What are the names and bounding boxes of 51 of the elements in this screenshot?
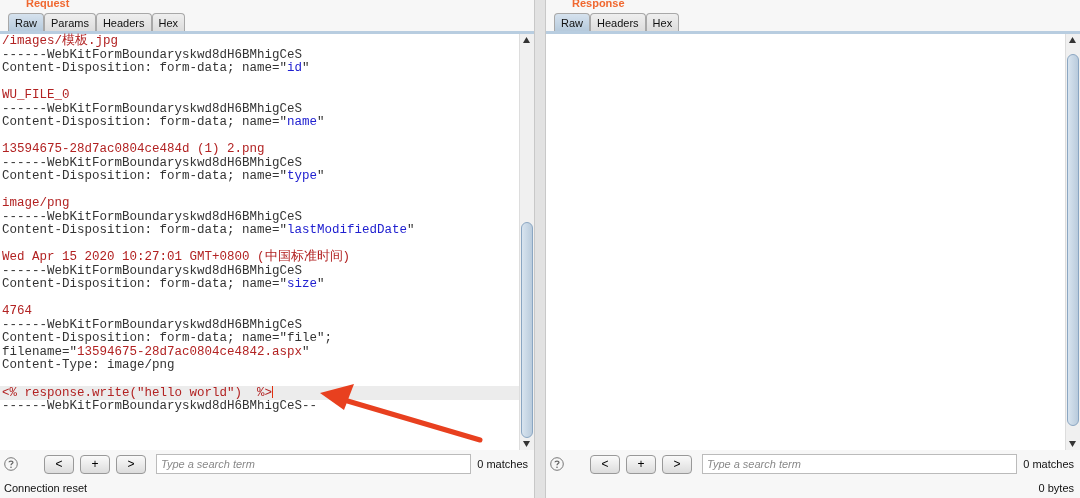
- code-line: WU_FILE_0: [1, 89, 71, 103]
- status-text: 0 bytes: [1038, 482, 1074, 494]
- code-line: Content-Disposition: form-data; name="name": [1, 116, 326, 130]
- tab[interactable]: Hex: [151, 13, 186, 31]
- code-line: Content-Disposition: form-data; name="lastModifiedDate": [1, 224, 416, 238]
- match-count: 0 matches: [1023, 458, 1074, 470]
- code-line: Content-Disposition: form-data; name="id": [1, 62, 311, 76]
- code-line: filename="13594675-28d7ac0804ce4842.aspx": [1, 345, 311, 359]
- code-line: 13594675-28d7ac0804ce484d (1) 2.png: [1, 143, 266, 157]
- help-icon[interactable]: [550, 457, 564, 471]
- scroll-down-icon[interactable]: [1069, 441, 1076, 447]
- tab[interactable]: Params: [44, 13, 96, 31]
- code-line: ------WebKitFormBoundaryskwd8dH6BMhigCeS: [1, 264, 304, 278]
- code-line: 4764: [1, 305, 33, 319]
- tab[interactable]: Raw: [8, 13, 44, 31]
- next-button[interactable]: >: [116, 454, 146, 474]
- scroll-up-icon[interactable]: [1069, 37, 1076, 43]
- match-count: 0 matches: [477, 458, 528, 470]
- pane-title: Response: [571, 0, 626, 9]
- previous-button[interactable]: <: [44, 454, 74, 474]
- code-line: ------WebKitFormBoundaryskwd8dH6BMhigCeS: [1, 102, 304, 116]
- code-line: /images/模板.jpg: [1, 35, 119, 49]
- previous-button[interactable]: <: [590, 454, 620, 474]
- code-line: Content-Type: image/png: [1, 359, 176, 373]
- tab[interactable]: Headers: [590, 13, 646, 31]
- pane-title: Request: [25, 0, 71, 9]
- code-line: Content-Disposition: form-data; name="size": [1, 278, 326, 292]
- search-field[interactable]: Type a search term: [702, 454, 1018, 474]
- scrollbar[interactable]: [519, 34, 534, 450]
- scrollbar[interactable]: [1065, 34, 1080, 450]
- add-button[interactable]: +: [80, 454, 110, 474]
- tab[interactable]: Raw: [554, 13, 590, 31]
- next-button[interactable]: >: [662, 454, 692, 474]
- status-text: Connection reset: [4, 482, 88, 494]
- code-line: ------WebKitFormBoundaryskwd8dH6BMhigCeS: [1, 48, 304, 62]
- add-button[interactable]: +: [626, 454, 656, 474]
- code-line: ------WebKitFormBoundaryskwd8dH6BMhigCeS: [1, 210, 304, 224]
- code-line: Content-Disposition: form-data; name="type": [1, 170, 326, 184]
- help-icon[interactable]: [4, 457, 18, 471]
- tab[interactable]: Headers: [95, 13, 152, 31]
- search-field[interactable]: Type a search term: [156, 454, 472, 474]
- message-editor[interactable]: [0, 34, 534, 450]
- scroll-up-icon[interactable]: [523, 37, 530, 43]
- code-line: Wed Apr 15 2020 10:27:01 GMT+0800 (中国标准时间): [1, 251, 352, 265]
- scroll-down-icon[interactable]: [523, 441, 530, 447]
- code-line: Content-Disposition: form-data; name="file";: [1, 332, 334, 346]
- code-line: ------WebKitFormBoundaryskwd8dH6BMhigCeS--: [1, 399, 319, 413]
- code-line: image/png: [1, 197, 71, 211]
- code-line: ------WebKitFormBoundaryskwd8dH6BMhigCeS: [1, 156, 304, 170]
- tab[interactable]: Hex: [645, 13, 680, 31]
- code-line: ------WebKitFormBoundaryskwd8dH6BMhigCeS: [1, 318, 303, 332]
